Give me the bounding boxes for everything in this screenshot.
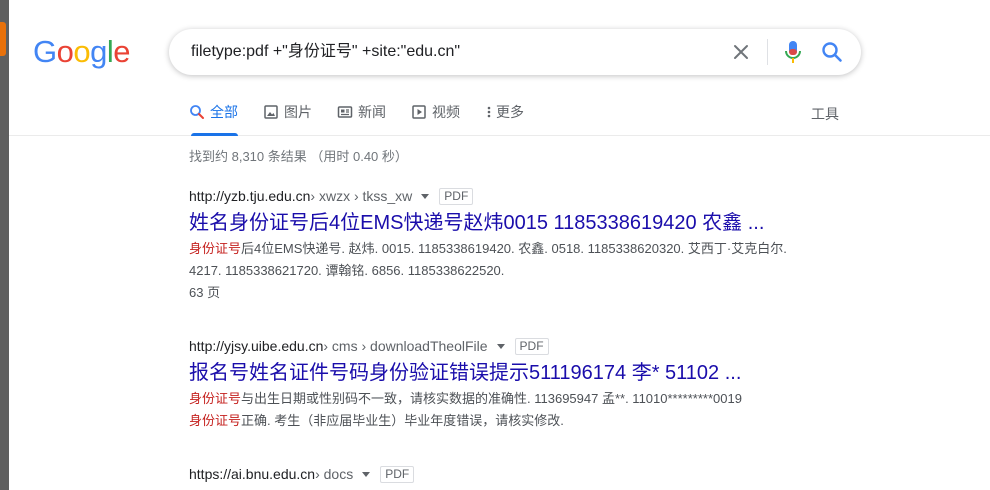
more-vert-icon	[485, 104, 493, 120]
snippet-text: 后4位EMS快递号. 赵炜. 0015. 1185338619420. 农鑫. …	[189, 241, 787, 278]
file-type-badge: PDF	[439, 187, 474, 205]
microphone-icon[interactable]	[781, 39, 805, 65]
search-result: https://ai.bnu.edu.cn › docs PDF	[189, 464, 809, 484]
search-header: Google filetype:pdf +"身份证号" +site:"edu.c…	[9, 0, 990, 136]
result-url[interactable]: https://ai.bnu.edu.cn	[189, 466, 315, 482]
google-logo[interactable]: Google	[33, 32, 131, 72]
window-left-edge	[0, 0, 9, 490]
search-tabs: 全部 图片 新闻 视频 更多	[189, 102, 549, 136]
result-title-link[interactable]: 姓名身份证号后4位EMS快递号赵炜0015 1185338619420 农鑫 .…	[189, 210, 809, 236]
result-cite: https://ai.bnu.edu.cn › docs PDF	[189, 464, 809, 484]
tab-news[interactable]: 新闻	[337, 102, 386, 136]
tab-label: 图片	[284, 104, 312, 120]
tab-more[interactable]: 更多	[485, 102, 524, 136]
tab-label: 新闻	[358, 104, 386, 120]
edge-marker	[0, 22, 6, 56]
result-path: › docs	[315, 466, 354, 482]
result-snippet: 身份证号后4位EMS快递号. 赵炜. 0015. 1185338619420. …	[189, 238, 794, 282]
video-icon	[411, 104, 427, 120]
result-path: › xwzx › tkss_xw	[310, 188, 413, 204]
search-icon[interactable]	[819, 39, 845, 65]
result-title-link[interactable]: 报名号姓名证件号码身份验证错误提示511196174 李* 51102 ...	[189, 360, 809, 386]
tab-label: 视频	[432, 104, 460, 120]
tab-videos[interactable]: 视频	[411, 102, 460, 136]
file-type-badge: PDF	[514, 337, 549, 355]
result-path: › cms › downloadTheolFile	[323, 338, 488, 354]
tab-all[interactable]: 全部	[189, 102, 238, 136]
snippet-highlight: 身份证号	[189, 391, 242, 406]
image-icon	[263, 104, 279, 120]
result-url[interactable]: http://yjsy.uibe.edu.cn	[189, 338, 323, 354]
search-icon	[189, 104, 205, 120]
tab-label: 更多	[496, 104, 524, 120]
snippet-highlight: 身份证号	[189, 241, 242, 256]
clear-icon[interactable]	[729, 40, 753, 64]
snippet-text: 与出生日期或性别码不一致，请核实数据的准确性. 113695947 孟**. 1…	[241, 391, 742, 406]
chevron-down-icon[interactable]	[496, 343, 505, 349]
result-snippet: 身份证号与出生日期或性别码不一致，请核实数据的准确性. 113695947 孟*…	[189, 388, 794, 432]
search-input[interactable]: filetype:pdf +"身份证号" +site:"edu.cn"	[191, 41, 460, 63]
news-icon	[337, 104, 353, 120]
tools-button[interactable]: 工具	[811, 104, 839, 124]
tab-label: 全部	[210, 104, 238, 120]
chevron-down-icon[interactable]	[421, 193, 430, 199]
search-box[interactable]: filetype:pdf +"身份证号" +site:"edu.cn"	[169, 29, 861, 75]
tab-images[interactable]: 图片	[263, 102, 312, 136]
search-divider	[767, 39, 768, 65]
file-type-badge: PDF	[380, 465, 415, 483]
snippet-text: 正确. 考生（非应届毕业生）毕业年度错误，请核实修改.	[241, 413, 564, 428]
search-result: http://yzb.tju.edu.cn › xwzx › tkss_xw P…	[189, 186, 809, 304]
result-cite: http://yzb.tju.edu.cn › xwzx › tkss_xw P…	[189, 186, 809, 206]
search-result: http://yjsy.uibe.edu.cn › cms › download…	[189, 336, 809, 432]
chevron-down-icon[interactable]	[362, 471, 371, 477]
result-cite: http://yjsy.uibe.edu.cn › cms › download…	[189, 336, 809, 356]
page-count: 63 页	[189, 285, 221, 300]
result-url[interactable]: http://yzb.tju.edu.cn	[189, 188, 310, 204]
result-stats: 找到约 8,310 条结果 （用时 0.40 秒）	[189, 149, 408, 164]
snippet-highlight: 身份证号	[189, 413, 242, 428]
